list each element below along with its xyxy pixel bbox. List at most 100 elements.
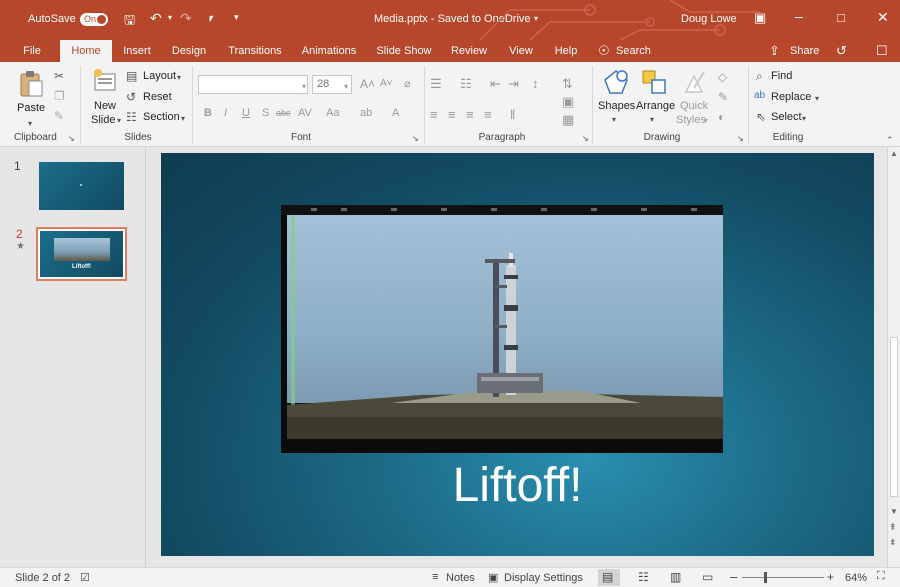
replace-dropdown-icon[interactable]: ▾ bbox=[815, 93, 819, 105]
tab-home[interactable]: Home bbox=[60, 40, 112, 62]
zoom-level[interactable]: 64% bbox=[845, 572, 867, 584]
zoom-slider[interactable] bbox=[742, 577, 824, 578]
font-launcher-icon[interactable]: ↘ bbox=[412, 133, 419, 145]
quick-styles-label-2[interactable]: Styles bbox=[676, 114, 706, 126]
notes-button[interactable]: Notes bbox=[446, 572, 475, 584]
spelling-check-icon[interactable]: ☑ bbox=[80, 571, 90, 584]
tab-review[interactable]: Review bbox=[446, 40, 492, 62]
autosave-toggle[interactable]: On bbox=[80, 13, 108, 26]
select-button[interactable]: Select bbox=[771, 111, 802, 123]
shapes-icon[interactable] bbox=[602, 68, 630, 96]
zoom-in-icon[interactable]: + bbox=[827, 570, 834, 584]
increase-indent-icon[interactable]: ⇥ bbox=[508, 76, 519, 92]
drawing-launcher-icon[interactable]: ↘ bbox=[737, 133, 744, 145]
reading-view-icon[interactable]: ▥ bbox=[670, 570, 681, 584]
bullets-icon[interactable]: ☰ bbox=[430, 76, 442, 92]
replace-button[interactable]: Replace bbox=[771, 91, 811, 103]
redo-icon[interactable]: ↷ bbox=[180, 10, 192, 27]
arrange-icon[interactable] bbox=[640, 68, 668, 96]
tab-insert[interactable]: Insert bbox=[117, 40, 157, 62]
share-button[interactable]: Share bbox=[790, 45, 819, 57]
save-icon[interactable]: 🖫 bbox=[124, 11, 135, 33]
tab-file[interactable]: File bbox=[14, 40, 50, 62]
smartart-icon[interactable]: ▦ bbox=[562, 112, 574, 128]
strikethrough-icon[interactable]: abc bbox=[276, 108, 291, 118]
highlight-icon[interactable]: ab bbox=[360, 107, 372, 119]
align-center-icon[interactable]: ≡ bbox=[448, 107, 456, 122]
font-size-dropdown-icon[interactable]: ▾ bbox=[344, 81, 348, 93]
replace-icon[interactable]: ab bbox=[754, 90, 765, 102]
new-slide-dropdown-icon[interactable]: ▾ bbox=[117, 115, 121, 127]
undo-dropdown-icon[interactable]: ▾ bbox=[168, 13, 172, 22]
shapes-label[interactable]: Shapes bbox=[598, 100, 635, 112]
find-icon[interactable]: ⌕ bbox=[756, 70, 763, 82]
tab-animations[interactable]: Animations bbox=[296, 40, 362, 62]
numbering-icon[interactable]: ☷ bbox=[460, 76, 472, 92]
search-box[interactable]: Search bbox=[616, 45, 651, 57]
section-icon[interactable]: ☷ bbox=[126, 111, 137, 123]
new-slide-label-2[interactable]: Slide bbox=[91, 114, 115, 126]
text-direction-icon[interactable]: ⇅ bbox=[562, 76, 573, 92]
shadow-icon[interactable]: S bbox=[262, 107, 269, 119]
scroll-down-icon[interactable]: ▼ bbox=[890, 507, 898, 516]
bold-icon[interactable]: B bbox=[204, 107, 212, 119]
find-button[interactable]: Find bbox=[771, 70, 792, 82]
select-dropdown-icon[interactable]: ▾ bbox=[802, 113, 806, 125]
paste-dropdown-icon[interactable]: ▾ bbox=[28, 118, 32, 130]
shape-fill-icon[interactable]: ◇ bbox=[718, 70, 727, 84]
minimize-icon[interactable]: – bbox=[795, 8, 803, 24]
font-name-input[interactable] bbox=[198, 75, 308, 94]
zoom-slider-thumb[interactable] bbox=[764, 572, 767, 583]
start-from-beginning-icon[interactable]: ⎖ bbox=[206, 10, 216, 26]
character-spacing-icon[interactable]: AV bbox=[298, 107, 312, 119]
display-settings-icon[interactable]: ▣ bbox=[488, 571, 498, 584]
new-slide-label[interactable]: New bbox=[94, 100, 116, 112]
notes-icon[interactable]: ≡ bbox=[432, 571, 438, 583]
clear-formatting-icon[interactable]: ⌀ bbox=[404, 77, 411, 90]
collapse-ribbon-icon[interactable]: ⌃ bbox=[886, 134, 894, 146]
new-slide-icon[interactable] bbox=[92, 68, 118, 94]
lightbulb-icon[interactable]: ☉ bbox=[598, 43, 610, 59]
comments-icon[interactable]: ☐ bbox=[876, 43, 888, 59]
video-frame[interactable] bbox=[281, 205, 723, 453]
layout-icon[interactable]: ▤ bbox=[126, 70, 137, 82]
ribbon-display-options-icon[interactable]: ▣ bbox=[754, 10, 766, 26]
scroll-thumb[interactable] bbox=[890, 337, 898, 497]
section-dropdown-icon[interactable]: ▾ bbox=[181, 113, 185, 125]
italic-icon[interactable]: I bbox=[224, 107, 227, 119]
close-icon[interactable]: ✕ bbox=[877, 9, 889, 26]
columns-icon[interactable]: ‖ bbox=[510, 107, 515, 122]
slide-show-icon[interactable]: ▭ bbox=[702, 570, 713, 584]
tab-help[interactable]: Help bbox=[548, 40, 584, 62]
maximize-icon[interactable]: □ bbox=[837, 10, 845, 25]
line-spacing-icon[interactable]: ↕ bbox=[532, 76, 539, 91]
clipboard-launcher-icon[interactable]: ↘ bbox=[68, 133, 75, 145]
previous-slide-icon[interactable]: ⇞ bbox=[889, 522, 897, 533]
slide-thumbnail-2-selected[interactable]: Liftoff! bbox=[36, 227, 127, 281]
layout-dropdown-icon[interactable]: ▾ bbox=[177, 72, 181, 84]
shape-effects-icon[interactable]: ◐ bbox=[718, 110, 725, 124]
user-name[interactable]: Doug Lowe bbox=[681, 13, 737, 25]
normal-view-icon[interactable]: ▤ bbox=[602, 570, 613, 584]
align-left-icon[interactable]: ≡ bbox=[430, 107, 438, 122]
customize-toolbar-icon[interactable]: ▾ bbox=[234, 12, 239, 23]
slide-title[interactable]: Liftoff! bbox=[161, 458, 874, 513]
quick-styles-icon[interactable] bbox=[680, 68, 708, 96]
decrease-indent-icon[interactable]: ⇤ bbox=[490, 76, 501, 92]
layout-button[interactable]: Layout bbox=[143, 70, 176, 82]
tab-slide-show[interactable]: Slide Show bbox=[372, 40, 436, 62]
vertical-scrollbar[interactable]: ▲ ▼ ⇞ ⇟ bbox=[887, 147, 900, 567]
reset-icon[interactable]: ↺ bbox=[126, 91, 136, 103]
fit-slide-icon[interactable]: ⛶ bbox=[877, 570, 885, 583]
slide-canvas[interactable]: Liftoff! bbox=[161, 153, 874, 556]
underline-icon[interactable]: U bbox=[242, 107, 250, 119]
justify-icon[interactable]: ≡ bbox=[484, 107, 492, 122]
tab-design[interactable]: Design bbox=[165, 40, 213, 62]
paste-label[interactable]: Paste bbox=[17, 102, 45, 114]
font-color-icon[interactable]: A bbox=[392, 107, 399, 119]
section-button[interactable]: Section bbox=[143, 111, 180, 123]
zoom-out-icon[interactable]: – bbox=[730, 569, 737, 584]
reset-button[interactable]: Reset bbox=[143, 91, 172, 103]
quick-styles-dropdown-icon[interactable]: ▾ bbox=[704, 115, 708, 127]
copy-icon[interactable]: ❐ bbox=[54, 90, 65, 102]
